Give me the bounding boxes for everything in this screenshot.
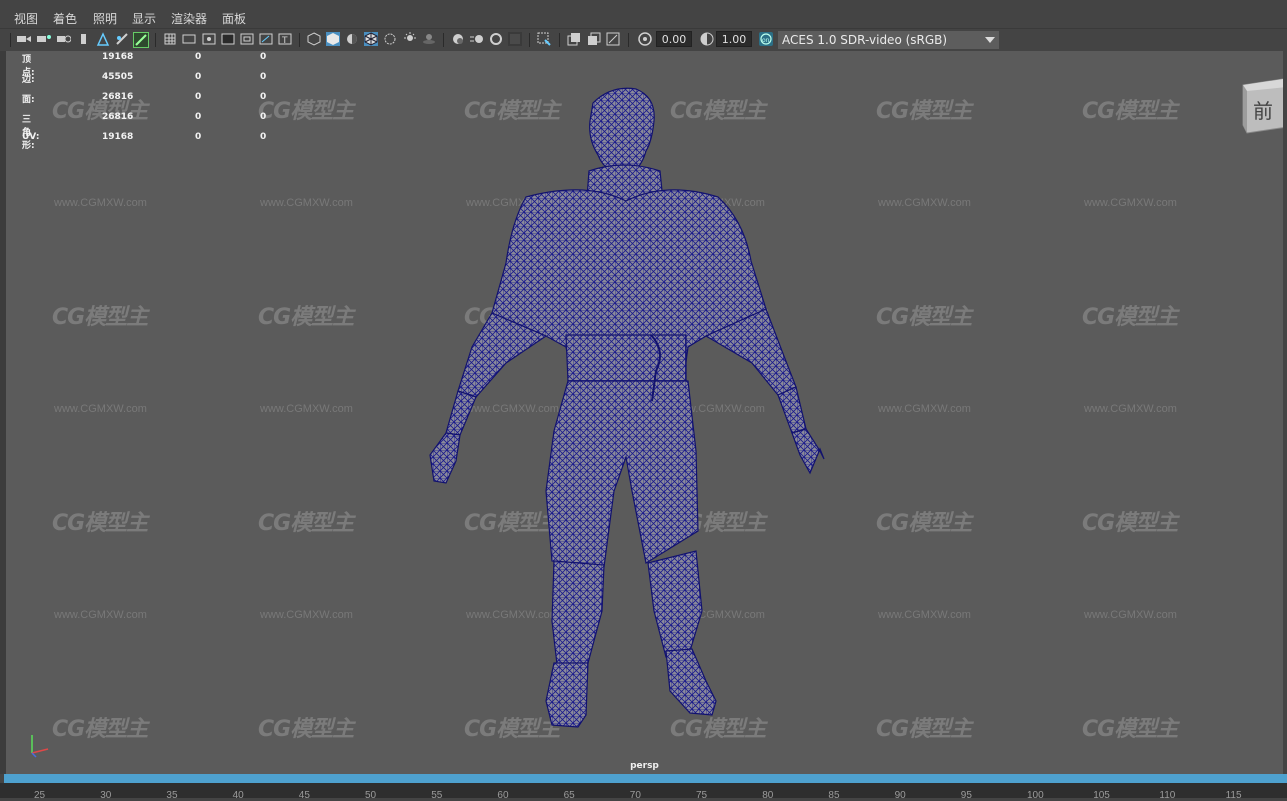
- frame-ruler[interactable]: 25 30 35 40 45 50 55 60 65 70 75 80 85 90 95 100 105 110 1…: [0, 783, 1287, 801]
- anti-aliasing-icon[interactable]: [489, 32, 503, 46]
- wireframe-shading-icon[interactable]: [307, 32, 321, 46]
- wireframe-toggle-icon[interactable]: [133, 32, 149, 48]
- camera-name-label: persp: [630, 761, 659, 771]
- hud-value: 0: [260, 112, 267, 122]
- frame-tick-label: 40: [232, 790, 244, 801]
- lights-icon[interactable]: [403, 32, 417, 46]
- toolbar-separator: [155, 33, 156, 47]
- toolbar-separator: [443, 33, 444, 47]
- select-camera-icon[interactable]: [17, 32, 31, 46]
- grease-pencil-icon[interactable]: [115, 32, 129, 46]
- frame-tick-label: 85: [828, 790, 840, 801]
- 3d-viewport[interactable]: CG模型主 www.CGMXW.com CG模型主 www.CGMXW.com CG模型…: [6, 51, 1283, 774]
- hud-value: 0: [195, 112, 202, 122]
- menu-panels[interactable]: 面板: [222, 10, 246, 27]
- menu-show[interactable]: 显示: [132, 10, 156, 27]
- menu-shading[interactable]: 着色: [53, 10, 77, 27]
- svg-text:on: on: [762, 37, 770, 44]
- colorspace-label: ACES 1.0 SDR-video (sRGB): [782, 33, 948, 47]
- frame-tick-label: 55: [431, 790, 443, 801]
- exposure-icon[interactable]: [638, 32, 652, 46]
- frame-all-icon[interactable]: [567, 32, 581, 46]
- time-slider-bar[interactable]: [4, 774, 1287, 783]
- view-cube-face-label[interactable]: 前: [1253, 95, 1273, 124]
- hud-value: 26816: [102, 92, 134, 102]
- safe-action-icon[interactable]: [259, 32, 273, 46]
- hud-label: UV:: [22, 132, 40, 142]
- hud-value: 0: [195, 92, 202, 102]
- colorspace-dropdown[interactable]: ACES 1.0 SDR-video (sRGB): [778, 31, 999, 49]
- wireframe-on-shaded-icon[interactable]: [364, 32, 378, 46]
- toolbar-separator: [299, 33, 300, 47]
- menu-renderer[interactable]: 渲染器: [171, 10, 207, 27]
- panel-toolbar: T 0.00 1.00 on: [0, 29, 1287, 51]
- toolbar-separator: [559, 33, 560, 47]
- hud-label: 面:: [22, 95, 35, 105]
- frame-tick-label: 70: [629, 790, 641, 801]
- hud-label: 边:: [22, 75, 35, 85]
- resolution-gate-icon[interactable]: [202, 32, 216, 46]
- grid-icon[interactable]: [163, 32, 177, 46]
- hud-value: 0: [195, 72, 202, 82]
- frame-tick-label: 25: [34, 790, 46, 801]
- axis-gizmo: [31, 735, 49, 758]
- fit-view-icon[interactable]: [606, 32, 620, 46]
- hud-value: 0: [260, 52, 267, 62]
- smooth-shade-icon[interactable]: [326, 32, 340, 46]
- menu-view[interactable]: 视图: [14, 10, 38, 27]
- camera-attributes-icon[interactable]: [37, 32, 51, 46]
- frame-tick-label: 90: [894, 790, 906, 801]
- view-transform-icon[interactable]: on: [759, 32, 773, 46]
- frame-tick-label: 110: [1159, 790, 1176, 801]
- motion-blur-icon[interactable]: [470, 32, 484, 46]
- frame-tick-label: 50: [365, 790, 377, 801]
- hud-value: 0: [260, 92, 267, 102]
- exposure-field[interactable]: 0.00: [656, 31, 692, 47]
- toolbar-separator: [529, 33, 530, 47]
- hud-value: 26816: [102, 112, 134, 122]
- toolbar-separator: [628, 33, 629, 47]
- isolate-select-icon[interactable]: [537, 32, 551, 46]
- frame-tick-label: 95: [960, 790, 972, 801]
- menu-lighting[interactable]: 照明: [93, 10, 117, 27]
- xray-icon[interactable]: [383, 32, 397, 46]
- frame-tick-label: 30: [100, 790, 112, 801]
- frame-tick-label: 80: [762, 790, 774, 801]
- image-plane-icon[interactable]: [77, 32, 91, 46]
- hud-value: 0: [260, 132, 267, 142]
- frame-tick-label: 105: [1093, 790, 1110, 801]
- hud-value: 19168: [102, 52, 134, 62]
- frame-tick-label: 75: [696, 790, 708, 801]
- 2d-pan-zoom-icon[interactable]: [96, 32, 110, 46]
- bookmarks-icon[interactable]: [57, 32, 71, 46]
- gamma-field[interactable]: 1.00: [716, 31, 752, 47]
- hud-value: 45505: [102, 72, 134, 82]
- hud-value: 19168: [102, 132, 134, 142]
- frame-tick-label: 60: [497, 790, 509, 801]
- toolbar-separator: [10, 33, 11, 47]
- hud-value: 0: [260, 72, 267, 82]
- frame-tick-label: 115: [1225, 790, 1242, 801]
- gamma-icon[interactable]: [700, 32, 714, 46]
- hud-value: 0: [195, 132, 202, 142]
- depth-of-field-icon[interactable]: [508, 32, 522, 46]
- character-wireframe[interactable]: [6, 51, 1283, 774]
- screen-space-ao-icon[interactable]: [451, 32, 465, 46]
- frame-tick-label: 35: [166, 790, 178, 801]
- hud-value: 0: [195, 52, 202, 62]
- frame-tick-label: 45: [298, 790, 310, 801]
- view-cube[interactable]: 前: [1239, 77, 1283, 135]
- panel-menu-bar: 视图 着色 照明 显示 渲染器 面板: [0, 0, 1287, 29]
- film-gate-icon[interactable]: [182, 32, 196, 46]
- shadows-icon[interactable]: [422, 32, 436, 46]
- frame-selection-icon[interactable]: [587, 32, 601, 46]
- safe-title-icon[interactable]: T: [278, 32, 292, 46]
- default-material-icon[interactable]: [345, 32, 359, 46]
- gate-mask-icon[interactable]: [221, 32, 235, 46]
- svg-text:T: T: [281, 36, 288, 45]
- frame-tick-label: 100: [1027, 790, 1044, 801]
- chevron-down-icon[interactable]: [985, 37, 995, 43]
- frame-tick-label: 65: [563, 790, 575, 801]
- field-chart-icon[interactable]: [240, 32, 254, 46]
